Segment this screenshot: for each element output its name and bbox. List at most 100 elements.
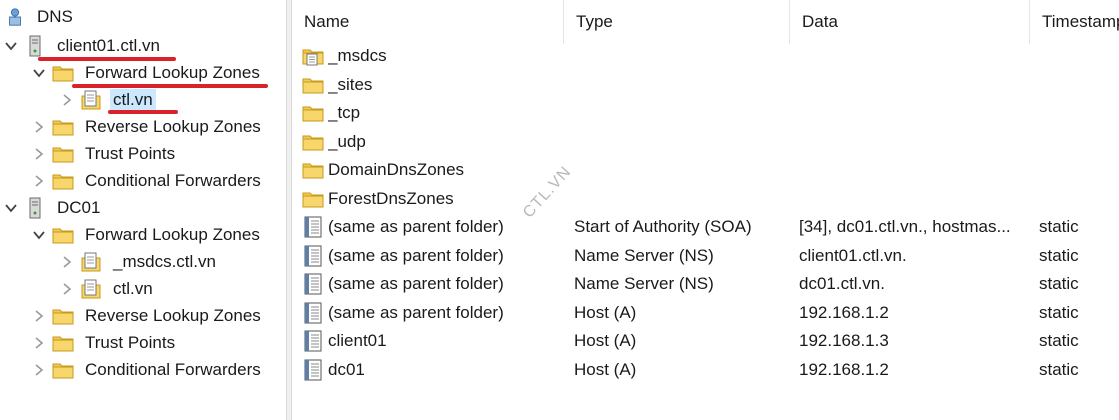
- cell-timestamp: static: [1039, 331, 1079, 350]
- chevron-right-icon[interactable]: [32, 114, 46, 140]
- cell-data: 192.168.1.2: [799, 359, 889, 379]
- dns-icon: [4, 6, 26, 28]
- table-row[interactable]: ForestDnsZones: [292, 185, 1119, 213]
- table-row[interactable]: (same as parent folder) Host (A) 192.168.1…: [292, 299, 1119, 327]
- chevron-down-icon[interactable]: [4, 33, 18, 59]
- cell-timestamp: static: [1039, 217, 1079, 236]
- cell-name: DomainDnsZones: [328, 160, 465, 179]
- tree-node-trust-points[interactable]: Trust Points: [32, 141, 178, 167]
- tree-node-conditional-forwarders[interactable]: Conditional Forwarders: [32, 357, 264, 383]
- cell-timestamp: static: [1039, 359, 1079, 379]
- cell-type: [574, 42, 788, 70]
- zone-icon: [80, 278, 102, 300]
- chevron-right-icon[interactable]: [60, 249, 74, 275]
- tree-node-trust-points[interactable]: Trust Points: [32, 330, 178, 356]
- table-row[interactable]: _udp: [292, 128, 1119, 156]
- cell-type: Name Server (NS): [574, 245, 714, 265]
- cell-type: [574, 156, 788, 184]
- chevron-down-icon[interactable]: [4, 195, 18, 221]
- folder-icon: [52, 62, 74, 84]
- chevron-down-icon[interactable]: [32, 60, 46, 86]
- table-row[interactable]: (same as parent folder) Start of Authorit…: [292, 213, 1119, 241]
- cell-type: Start of Authority (SOA): [574, 217, 752, 236]
- chevron-right-icon[interactable]: [60, 276, 74, 302]
- tree-node-label: ctl.vn: [110, 89, 156, 111]
- chevron-right-icon[interactable]: [32, 303, 46, 329]
- tree-node-reverse-lookup-zones[interactable]: Reverse Lookup Zones: [32, 114, 264, 140]
- tree-node-label: DC01: [57, 198, 101, 217]
- table-row[interactable]: DomainDnsZones: [292, 156, 1119, 184]
- tree-node-server-client01[interactable]: client01.ctl.vn: [4, 33, 163, 59]
- cell-type: Host (A): [574, 331, 637, 350]
- cell-name: (same as parent folder): [328, 302, 504, 322]
- cell-name: _tcp: [328, 103, 361, 122]
- chevron-down-icon[interactable]: [32, 222, 46, 248]
- table-row[interactable]: _msdcs: [292, 42, 1119, 70]
- tree-node-server-dc01[interactable]: DC01: [4, 195, 103, 221]
- cell-timestamp: [1039, 185, 1119, 213]
- cell-timestamp: [1039, 42, 1119, 70]
- cell-timestamp: static: [1039, 245, 1079, 265]
- column-header-name[interactable]: Name: [292, 0, 564, 44]
- folder-icon: [302, 74, 324, 96]
- cell-timestamp: [1039, 128, 1119, 156]
- cell-type: [574, 128, 788, 156]
- chevron-right-icon[interactable]: [32, 330, 46, 356]
- tree-node-label: _msdcs.ctl.vn: [113, 252, 216, 271]
- table-row[interactable]: client01 Host (A) 192.168.1.3 static: [292, 327, 1119, 355]
- tree-node-label: client01.ctl.vn: [57, 36, 160, 55]
- tree-node-forward-lookup-zones[interactable]: Forward Lookup Zones: [32, 222, 263, 248]
- cell-name: dc01: [328, 359, 365, 379]
- annotation-underline: [108, 110, 178, 114]
- cell-data: [799, 71, 1027, 99]
- folder-icon: [52, 359, 74, 381]
- tree-node-label: Conditional Forwarders: [85, 360, 261, 379]
- chevron-right-icon[interactable]: [60, 87, 74, 113]
- tree-node-label: Conditional Forwarders: [85, 171, 261, 190]
- table-row[interactable]: _tcp: [292, 99, 1119, 127]
- tree-node-dns-root[interactable]: DNS: [4, 4, 76, 30]
- table-row[interactable]: dc01 Host (A) 192.168.1.2 static: [292, 356, 1119, 384]
- cell-name: (same as parent folder): [328, 245, 504, 265]
- cell-timestamp: static: [1039, 274, 1079, 293]
- cell-name: _sites: [328, 74, 373, 94]
- zone-icon: [80, 251, 102, 273]
- cell-data: [799, 99, 1027, 127]
- records-list[interactable]: Name Type Data Timestamp _msdcs _sites _tc…: [292, 0, 1119, 420]
- folder-icon: [52, 116, 74, 138]
- console-tree[interactable]: DNS client01.ctl.vn Forward Lookup Zones…: [0, 0, 286, 420]
- column-header-data[interactable]: Data: [790, 0, 1030, 44]
- cell-type: [574, 185, 788, 213]
- tree-node-forward-lookup-zones[interactable]: Forward Lookup Zones: [32, 60, 263, 86]
- tree-node-label: Forward Lookup Zones: [85, 225, 260, 244]
- annotation-underline: [38, 57, 176, 61]
- chevron-right-icon[interactable]: [32, 141, 46, 167]
- cell-data: [34], dc01.ctl.vn., hostmas...: [799, 217, 1011, 236]
- chevron-right-icon[interactable]: [32, 357, 46, 383]
- tree-node-zone-ctl-vn[interactable]: ctl.vn: [60, 276, 156, 302]
- folder-icon: [52, 332, 74, 354]
- tree-node-zone-msdcs[interactable]: _msdcs.ctl.vn: [60, 249, 219, 275]
- folder-icon: [302, 102, 324, 124]
- cell-data: [799, 185, 1027, 213]
- table-row[interactable]: (same as parent folder) Name Server (NS) d…: [292, 270, 1119, 298]
- tree-node-label: Trust Points: [85, 333, 176, 352]
- cell-name: client01: [328, 331, 387, 350]
- column-header-timestamp[interactable]: Timestamp: [1030, 0, 1119, 44]
- cell-data: client01.ctl.vn.: [799, 245, 907, 265]
- cell-data: 192.168.1.2: [799, 302, 889, 322]
- column-header-type[interactable]: Type: [564, 0, 790, 44]
- table-row[interactable]: (same as parent folder) Name Server (NS) c…: [292, 242, 1119, 270]
- tree-node-label: Reverse Lookup Zones: [85, 306, 261, 325]
- record-icon: [302, 330, 324, 352]
- cell-type: Host (A): [574, 302, 637, 322]
- tree-node-reverse-lookup-zones[interactable]: Reverse Lookup Zones: [32, 303, 264, 329]
- tree-node-conditional-forwarders[interactable]: Conditional Forwarders: [32, 168, 264, 194]
- cell-type: [574, 71, 788, 99]
- cell-data: [799, 156, 1027, 184]
- chevron-right-icon[interactable]: [32, 168, 46, 194]
- zone-folder-icon: [302, 45, 324, 67]
- tree-node-label: DNS: [37, 7, 73, 26]
- table-row[interactable]: _sites: [292, 71, 1119, 99]
- folder-icon: [52, 305, 74, 327]
